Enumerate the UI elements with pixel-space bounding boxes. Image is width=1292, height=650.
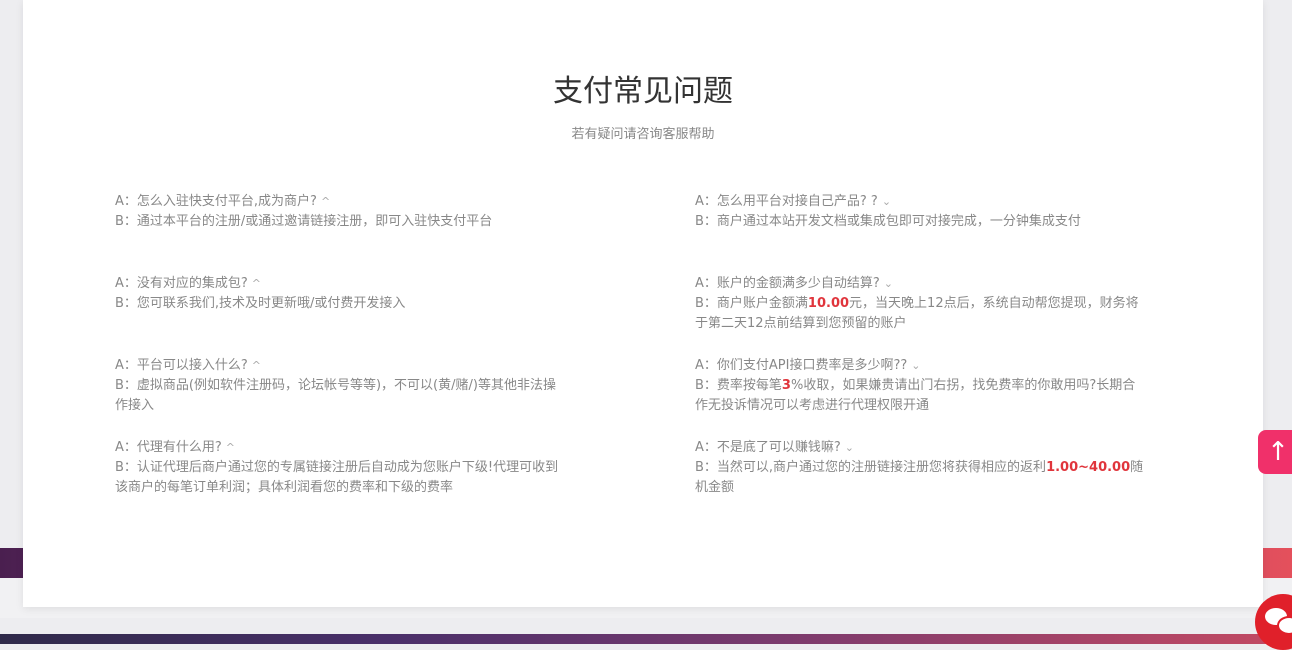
- faq-question[interactable]: A：没有对应的集成包? ^: [115, 274, 565, 294]
- faq-item-left-1[interactable]: A：怎么入驻快支付平台,成为商户? ^ B：通过本平台的注册/或通过邀请链接注册，…: [115, 192, 565, 232]
- faq-answer: B：认证代理后商户通过您的专属链接注册后自动成为您账户下级!代理可收到该商户的每…: [115, 460, 559, 495]
- chevron-up-icon[interactable]: ^: [226, 441, 235, 454]
- faq-answer: B：虚拟商品(例如软件注册码，论坛帐号等等)，不可以(黄/赌/)等其他非法操作接…: [115, 378, 556, 413]
- faq-item-right-4[interactable]: A：不是底了可以赚钱嘛? ⌄ B：当然可以,商户通过您的注册链接注册您将获得相应的…: [695, 438, 1145, 498]
- faq-answer: B：商户通过本站开发文档或集成包即可对接完成，一分钟集成支付: [695, 214, 1081, 229]
- faq-answer: B：您可联系我们,技术及时更新哦/或付费开发接入: [115, 296, 406, 311]
- faq-answer: B：当然可以,商户通过您的注册链接注册您将获得相应的返利1.00~40.00随机…: [695, 460, 1144, 495]
- faq-item-right-1[interactable]: A：怎么用平台对接自己产品? ? ⌄ B：商户通过本站开发文档或集成包即可对接完成…: [695, 192, 1145, 232]
- faq-item-right-2[interactable]: A：账户的金额满多少自动结算? ⌄ B：商户账户金额满10.00元，当天晚上12点…: [695, 274, 1145, 334]
- back-to-top-button[interactable]: ↑: [1258, 430, 1292, 474]
- faq-item-right-3[interactable]: A：你们支付API接口费率是多少啊?? ⌄ B：费率按每笔3%收取，如果嫌贵请出门…: [695, 356, 1145, 416]
- faq-card: 支付常见问题 若有疑问请咨询客服帮助 A：怎么入驻快支付平台,成为商户? ^ B：…: [23, 0, 1263, 607]
- chevron-up-icon[interactable]: ^: [321, 195, 330, 208]
- chevron-up-icon[interactable]: ^: [252, 277, 261, 290]
- chat-bubble-icon[interactable]: [1277, 616, 1292, 635]
- chevron-down-icon[interactable]: ⌄: [882, 195, 891, 208]
- faq-item-left-3[interactable]: A：平台可以接入什么? ^ B：虚拟商品(例如软件注册码，论坛帐号等等)，不可以(…: [115, 356, 565, 416]
- highlight-amount: 10.00: [807, 296, 850, 311]
- faq-item-left-4[interactable]: A：代理有什么用? ^ B：认证代理后商户通过您的专属链接注册后自动成为您账户下级…: [115, 438, 565, 498]
- faq-item-left-2[interactable]: A：没有对应的集成包? ^ B：您可联系我们,技术及时更新哦/或付费开发接入: [115, 274, 565, 314]
- faq-question[interactable]: A：怎么用平台对接自己产品? ? ⌄: [695, 192, 1145, 212]
- chevron-up-icon[interactable]: ^: [252, 359, 261, 372]
- faq-question[interactable]: A：账户的金额满多少自动结算? ⌄: [695, 274, 1145, 294]
- chevron-down-icon[interactable]: ⌄: [845, 441, 854, 454]
- faq-question[interactable]: A：你们支付API接口费率是多少啊?? ⌄: [695, 356, 1145, 376]
- faq-question[interactable]: A：怎么入驻快支付平台,成为商户? ^: [115, 192, 565, 212]
- chevron-down-icon[interactable]: ⌄: [911, 359, 920, 372]
- faq-question[interactable]: A：代理有什么用? ^: [115, 438, 565, 458]
- chevron-down-icon[interactable]: ⌄: [884, 277, 893, 290]
- faq-question[interactable]: A：不是底了可以赚钱嘛? ⌄: [695, 438, 1145, 458]
- page-subtitle: 若有疑问请咨询客服帮助: [571, 127, 715, 142]
- faq-question[interactable]: A：平台可以接入什么? ^: [115, 356, 565, 376]
- background-band-bottom: [0, 634, 1292, 644]
- highlight-range: 1.00~40.00: [1046, 460, 1131, 475]
- faq-answer: B：商户账户金额满10.00元，当天晚上12点后，系统自动帮您提现，财务将于第二…: [695, 296, 1139, 331]
- faq-answer: B：通过本平台的注册/或通过邀请链接注册，即可入驻快支付平台: [115, 214, 493, 229]
- faq-answer: B：费率按每笔3%收取，如果嫌贵请出门右拐，找免费率的你敢用吗?长期合作无投诉情…: [695, 378, 1136, 413]
- page-title: 支付常见问题: [553, 74, 733, 109]
- highlight-rate: 3: [781, 378, 791, 393]
- arrow-up-icon[interactable]: ↑: [1267, 437, 1289, 467]
